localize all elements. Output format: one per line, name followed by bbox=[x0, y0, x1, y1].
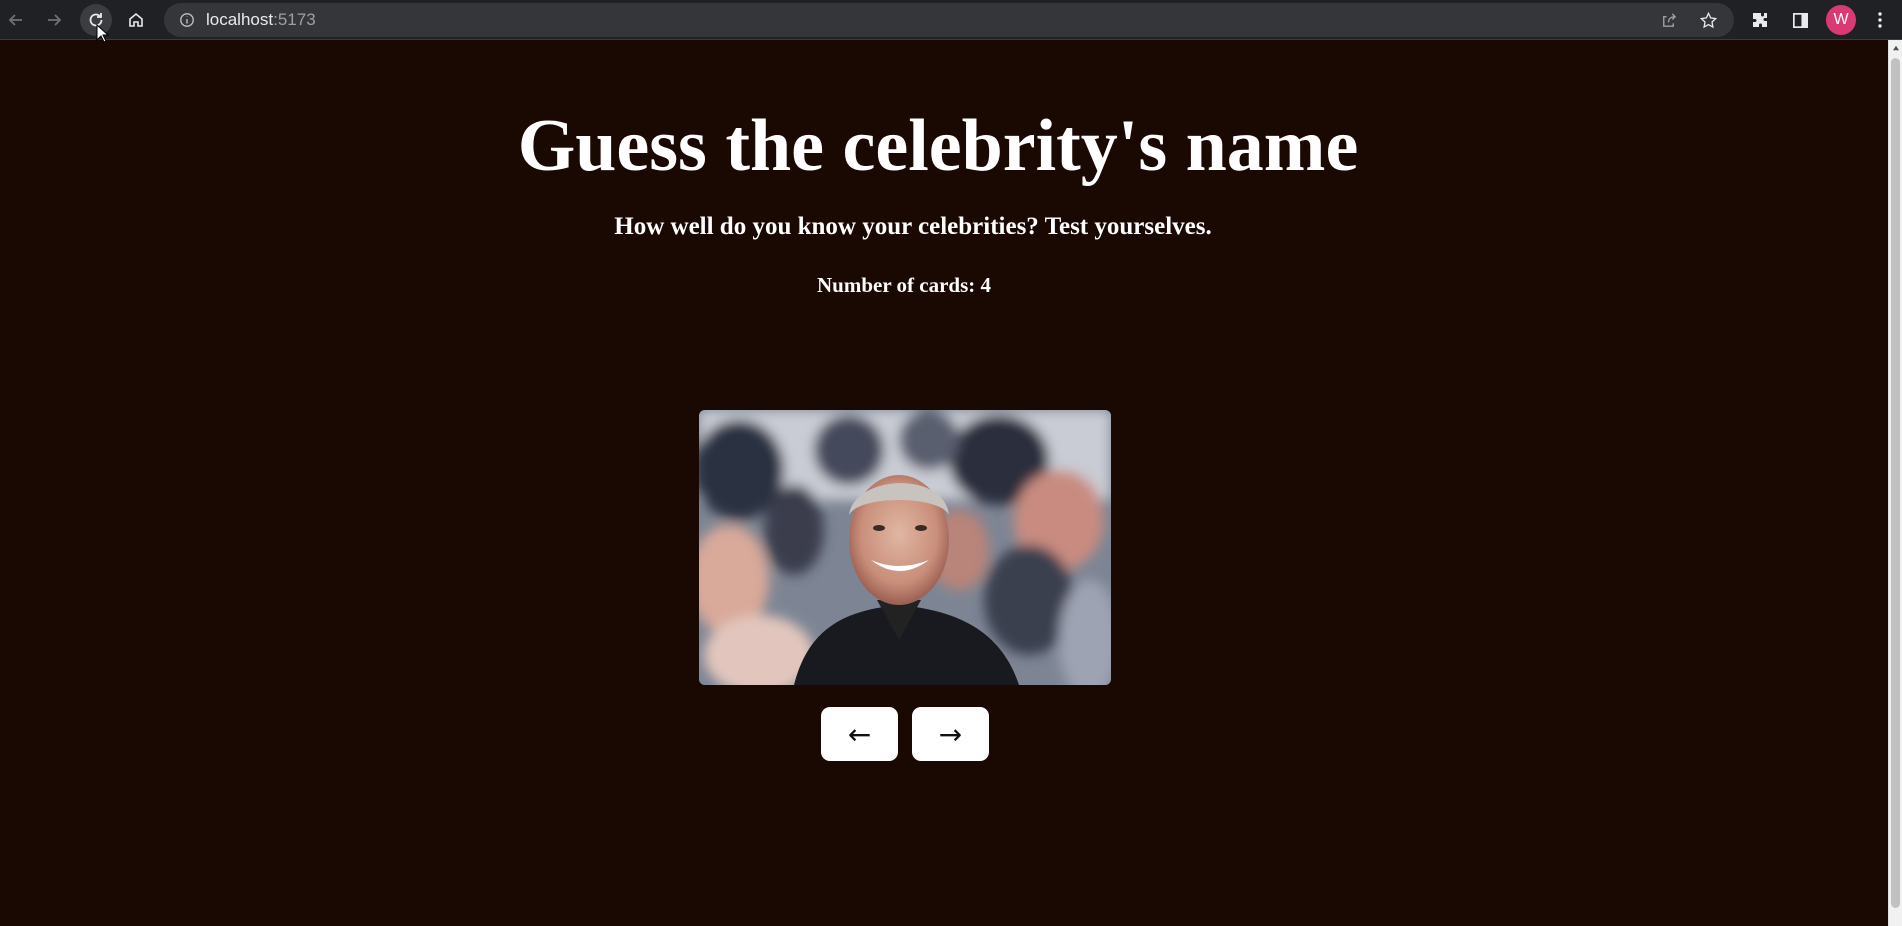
home-button[interactable] bbox=[120, 4, 152, 36]
back-button[interactable] bbox=[0, 4, 32, 36]
url-host: localhost bbox=[206, 10, 274, 29]
page-scrollbar[interactable] bbox=[1888, 40, 1902, 926]
celebrity-card[interactable] bbox=[699, 410, 1111, 685]
bookmark-star-icon[interactable] bbox=[1692, 3, 1724, 37]
celebrity-photo bbox=[699, 410, 1111, 685]
profile-avatar[interactable]: W bbox=[1826, 5, 1856, 35]
forward-button[interactable] bbox=[38, 4, 70, 36]
home-icon bbox=[129, 12, 143, 27]
url-text[interactable]: localhost:5173 bbox=[206, 10, 316, 30]
forward-arrow-icon bbox=[48, 14, 62, 26]
browser-toolbar: localhost:5173 W bbox=[0, 0, 1902, 40]
card-count: Number of cards: 4 bbox=[816, 273, 991, 297]
scroll-thumb[interactable] bbox=[1891, 58, 1900, 908]
page-title: Guess the celebrity's name bbox=[517, 105, 1359, 187]
menu-kebab-icon[interactable] bbox=[1864, 4, 1896, 36]
side-panel-icon[interactable] bbox=[1784, 4, 1816, 36]
address-bar[interactable]: localhost:5173 bbox=[164, 3, 1734, 37]
url-port: :5173 bbox=[273, 10, 316, 29]
back-arrow-icon bbox=[8, 14, 22, 26]
scroll-up-arrow-icon[interactable] bbox=[1889, 40, 1902, 56]
page-content: Guess the celebrity's name How well do y… bbox=[0, 41, 1888, 926]
previous-card-button[interactable]: ← bbox=[821, 707, 898, 761]
extensions-icon[interactable] bbox=[1744, 4, 1776, 36]
share-icon[interactable] bbox=[1652, 3, 1684, 37]
site-info-icon[interactable] bbox=[178, 11, 196, 29]
next-card-button[interactable]: → bbox=[912, 707, 989, 761]
page-subtitle: How well do you know your celebrities? T… bbox=[614, 213, 1212, 240]
